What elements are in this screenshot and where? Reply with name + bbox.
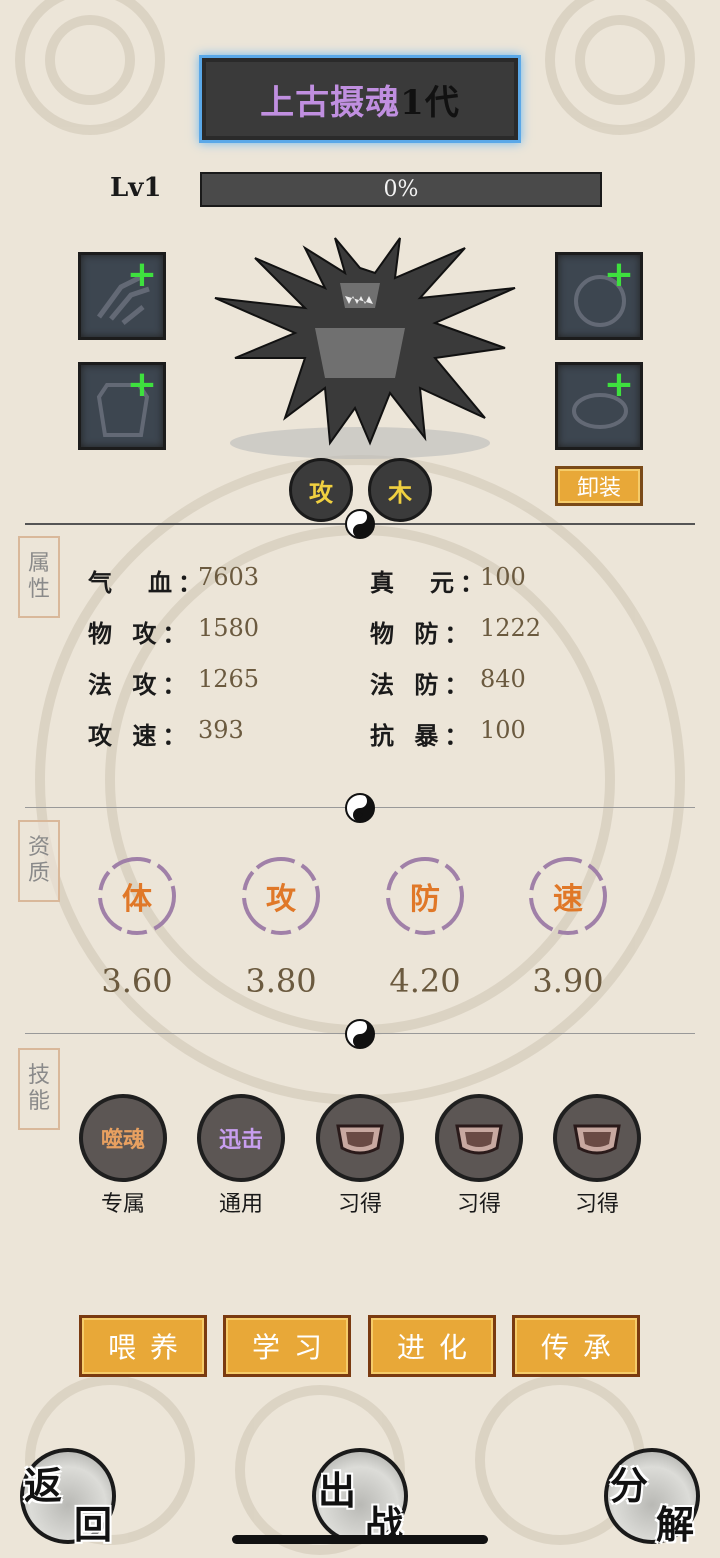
add-icon: + bbox=[603, 254, 634, 295]
skill-caption: 习得 bbox=[456, 1192, 501, 1217]
aptitude-constitution-value: 3.60 bbox=[101, 962, 173, 1000]
lock-icon bbox=[455, 1124, 503, 1155]
skill-slot-locked[interactable] bbox=[553, 1094, 641, 1182]
skill-caption: 专属 bbox=[100, 1192, 145, 1217]
skill-caption: 通用 bbox=[218, 1192, 263, 1217]
aptitude-speed: 速 bbox=[553, 882, 583, 917]
stat-mag-attack: 法 攻： 1265 bbox=[88, 665, 260, 699]
stat-mag-defense: 法 防： 840 bbox=[370, 665, 526, 699]
decompose-label-1: 分 bbox=[610, 1463, 649, 1508]
feed-button[interactable]: 喂养 bbox=[79, 1315, 207, 1377]
stat-attack-speed: 攻 速： 393 bbox=[88, 716, 244, 750]
yinyang-icon bbox=[345, 793, 375, 823]
pet-generation: 1代 bbox=[400, 82, 460, 123]
exp-text: 0% bbox=[383, 177, 419, 202]
back-label-1: 返 bbox=[24, 1463, 63, 1508]
aptitude-attack: 攻 bbox=[266, 882, 296, 917]
battle-label-1: 出 bbox=[318, 1468, 357, 1513]
aptitude-defense: 防 bbox=[410, 882, 440, 917]
skill-swift-strike[interactable]: 迅击 bbox=[197, 1094, 285, 1182]
back-label-2: 回 bbox=[74, 1502, 113, 1547]
skills-tag: 技 能 bbox=[18, 1048, 60, 1130]
add-icon: + bbox=[126, 254, 157, 295]
aptitude-constitution: 体 bbox=[122, 882, 152, 917]
element-badge-wood: 木 bbox=[368, 458, 432, 522]
attributes-tag: 属 性 bbox=[18, 536, 60, 618]
skill-slot-locked[interactable] bbox=[435, 1094, 523, 1182]
stat-crit-resist: 抗 暴： 100 bbox=[370, 716, 526, 750]
skill-slot-locked[interactable] bbox=[316, 1094, 404, 1182]
skill-soul-devour[interactable]: 噬魂 bbox=[79, 1094, 167, 1182]
equip-slot-charm[interactable]: + bbox=[555, 362, 643, 450]
skill-caption: 习得 bbox=[574, 1192, 619, 1217]
aptitude-defense-value: 4.20 bbox=[389, 962, 461, 1000]
aptitude-attack-value: 3.80 bbox=[245, 962, 317, 1000]
add-icon: + bbox=[126, 364, 157, 405]
lock-icon bbox=[336, 1124, 384, 1155]
decompose-label-2: 解 bbox=[656, 1502, 695, 1547]
equip-slot-orb[interactable]: + bbox=[555, 252, 643, 340]
skill-caption: 习得 bbox=[337, 1192, 382, 1217]
yinyang-icon bbox=[345, 509, 375, 539]
learn-button[interactable]: 学习 bbox=[223, 1315, 351, 1377]
stat-hp: 气 血： 7603 bbox=[88, 563, 260, 597]
aptitude-tag: 资 质 bbox=[18, 820, 60, 902]
add-icon: + bbox=[603, 364, 634, 405]
equip-slot-armor[interactable]: + bbox=[78, 362, 166, 450]
evolve-button[interactable]: 进化 bbox=[368, 1315, 496, 1377]
pet-portrait bbox=[214, 237, 516, 459]
stat-mp: 真 元： 100 bbox=[370, 563, 526, 597]
yinyang-icon bbox=[345, 1019, 375, 1049]
equip-slot-claw[interactable]: + bbox=[78, 252, 166, 340]
home-indicator bbox=[232, 1535, 488, 1544]
inherit-button[interactable]: 传承 bbox=[512, 1315, 640, 1377]
level-label: Lv1 bbox=[110, 173, 162, 203]
exp-bar: 0% bbox=[200, 172, 602, 207]
stat-phys-defense: 物 防： 1222 bbox=[370, 614, 542, 648]
lock-icon bbox=[573, 1124, 621, 1155]
pet-name: 上古摄魂 bbox=[260, 82, 401, 123]
stat-phys-attack: 物 攻： 1580 bbox=[88, 614, 260, 648]
pet-title-panel: 上古摄魂 1代 bbox=[199, 55, 521, 143]
unequip-button[interactable]: 卸装 bbox=[555, 466, 643, 506]
aptitude-speed-value: 3.90 bbox=[532, 962, 604, 1000]
